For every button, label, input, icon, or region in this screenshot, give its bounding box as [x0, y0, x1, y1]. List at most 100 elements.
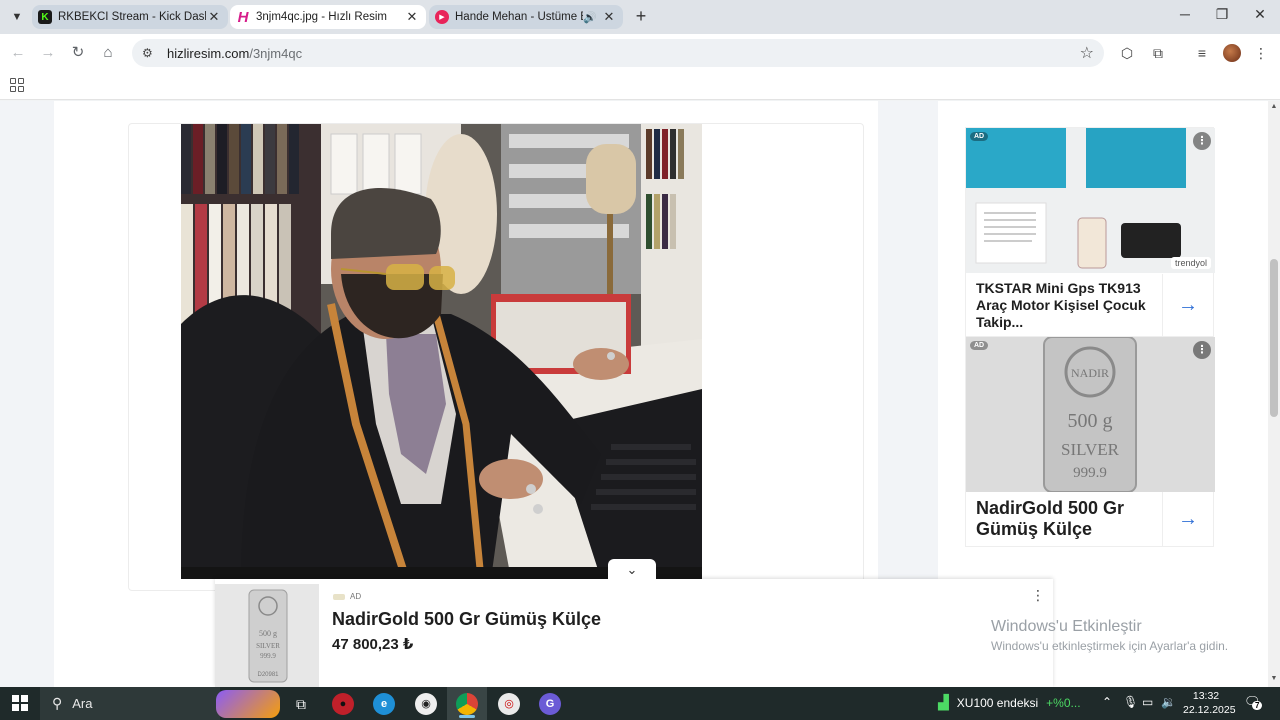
- sidebar-ad-gps[interactable]: AD ⋮ trendyol TKSTAR Mini Gps TK913 Araç…: [965, 127, 1215, 338]
- ad-options-kebab-icon[interactable]: ⋮: [1193, 132, 1211, 150]
- scroll-thumb[interactable]: [1270, 259, 1278, 417]
- silver-bar-metal: SILVER: [1061, 440, 1120, 459]
- silver-bar-purity: 999.9: [1073, 465, 1107, 481]
- watermark-subtitle: Windows'u etkinleştirmek için Ayarlar'a …: [991, 639, 1229, 653]
- forward-button[interactable]: →: [37, 42, 59, 64]
- address-bar[interactable]: ⚙ hizliresim.com/3njm4qc ☆: [132, 39, 1104, 67]
- ad-title[interactable]: TKSTAR Mini Gps TK913 Araç Motor Kişisel…: [966, 273, 1163, 337]
- minimize-button[interactable]: ─: [1171, 6, 1199, 28]
- site-info-icon[interactable]: ⚙: [142, 46, 158, 60]
- sticky-ad-label: AD: [333, 592, 361, 601]
- windows-start-icon[interactable]: [12, 695, 28, 711]
- ad-brand-label: trendyol: [1170, 257, 1211, 269]
- app-icon-red[interactable]: ●: [332, 693, 354, 715]
- microphone-icon[interactable]: 🎙: [1123, 695, 1138, 709]
- close-tab-icon[interactable]: ✕: [206, 9, 222, 25]
- search-highlight-icon[interactable]: [216, 690, 280, 718]
- notification-count: 7: [1252, 701, 1263, 710]
- clock-date: 22.12.2025: [1183, 704, 1236, 716]
- media-app-icon[interactable]: ◉: [415, 693, 437, 715]
- ad-badge: AD: [350, 592, 362, 601]
- silver-bar-thumbnail: 500 g SILVER 999.9 D20981: [215, 584, 319, 687]
- sticky-ad-price: 47 800,23 ₺: [332, 636, 414, 653]
- kick-logo-icon: K: [38, 10, 52, 24]
- task-view-icon[interactable]: ⧉: [290, 693, 312, 715]
- ad-image-silver-bar[interactable]: NADIR 500 g SILVER 999.9 AD ⋮: [966, 337, 1215, 492]
- hizliresim-logo-icon: H: [237, 8, 249, 26]
- thumb-purity: 999.9: [260, 652, 276, 660]
- page-scrollbar[interactable]: ▲ ▼: [1268, 101, 1280, 687]
- bookmark-star-icon[interactable]: ☆: [1080, 43, 1094, 63]
- arrow-right-icon[interactable]: →: [1163, 294, 1213, 317]
- puzzle-extensions-icon[interactable]: ⧉: [1148, 43, 1168, 63]
- media-control-icon[interactable]: ≡: [1192, 43, 1212, 63]
- url-path: /3njm4qc: [249, 45, 303, 61]
- advertiser-logo-icon: [333, 593, 345, 600]
- arrow-right-icon[interactable]: →: [1163, 508, 1213, 531]
- url-host: hizliresim.com: [167, 45, 250, 61]
- back-button[interactable]: ←: [7, 42, 29, 64]
- battery-icon[interactable]: ▭: [1142, 695, 1153, 709]
- ad-title[interactable]: NadirGold 500 Gr Gümüş Külçe: [966, 492, 1163, 546]
- ad-image-gps[interactable]: AD ⋮ trendyol: [966, 128, 1215, 273]
- new-tab-button[interactable]: +: [631, 7, 651, 27]
- app-icon-purple[interactable]: G: [539, 693, 561, 715]
- chart-up-icon: ▟: [938, 694, 949, 710]
- thumb-weight: 500 g: [259, 629, 277, 638]
- ad-options-kebab-icon[interactable]: ⋮: [1031, 587, 1045, 604]
- home-button[interactable]: ⌂: [97, 42, 119, 64]
- scroll-down-icon[interactable]: ▼: [1270, 675, 1278, 682]
- collapse-chevron-icon[interactable]: ⌄: [608, 559, 656, 581]
- ad-badge: AD: [970, 132, 989, 141]
- tab-search-chevron-icon[interactable]: ▼: [6, 6, 28, 28]
- sticky-ad-image[interactable]: 500 g SILVER 999.9 D20981: [215, 584, 319, 687]
- sticky-bottom-ad[interactable]: ⌄ 500 g SILVER 999.9 D20981 AD NadirGold…: [215, 559, 1053, 687]
- tab-kick-dashboard[interactable]: K RKBEKCI Stream - Kick Dashboard ✕: [32, 5, 228, 29]
- volume-icon[interactable]: 🔉: [1161, 695, 1176, 709]
- edge-browser-icon[interactable]: e: [373, 693, 395, 715]
- tab-strip: ▼ K RKBEKCI Stream - Kick Dashboard ✕ H …: [0, 0, 1280, 34]
- ticker-name: XU100 endeksi: [956, 695, 1039, 710]
- chevron-up-icon[interactable]: ⌃: [1102, 695, 1112, 709]
- silver-bar-weight: 500 g: [1068, 410, 1113, 432]
- photo-illustration: [181, 124, 702, 579]
- watermark-title: Windows'u Etkinleştir: [991, 618, 1142, 635]
- extension-icon[interactable]: ⬡: [1117, 43, 1137, 63]
- app-icon-target[interactable]: ◎: [498, 693, 520, 715]
- uploaded-photo[interactable]: [181, 124, 702, 579]
- thumb-serial: D20981: [257, 672, 279, 678]
- speaker-icon[interactable]: 🔊: [583, 11, 597, 24]
- sidebar-ad-silver[interactable]: NADIR 500 g SILVER 999.9 AD ⋮ NadirGold …: [965, 336, 1215, 547]
- apps-grid-icon[interactable]: [10, 78, 24, 92]
- chrome-taskbar-active[interactable]: [447, 687, 487, 720]
- tab-title: 3njm4qc.jpg - Hızlı Resim: [256, 11, 388, 23]
- stock-ticker-widget[interactable]: ▟ XU100 endeksi +%0...: [938, 694, 1081, 711]
- reload-button[interactable]: ↻: [67, 42, 89, 64]
- thumb-metal: SILVER: [256, 642, 280, 650]
- profile-avatar[interactable]: [1223, 44, 1241, 62]
- tab-hande-mehan[interactable]: ▶ Hande Mehan - Üstüme Basma 🔊 ✕: [429, 5, 623, 29]
- bookmarks-bar: [0, 72, 1280, 100]
- system-clock[interactable]: 13:32 22.12.2025: [1183, 689, 1236, 717]
- clock-time: 13:32: [1192, 690, 1220, 702]
- search-icon: ⚲: [52, 695, 63, 711]
- taskbar-search-label: Ara: [72, 696, 93, 711]
- ad-badge: AD: [970, 341, 989, 350]
- silver-bar-photo: NADIR 500 g SILVER 999.9: [966, 337, 1215, 492]
- menu-kebab-icon[interactable]: ⋮: [1251, 43, 1271, 63]
- close-window-button[interactable]: ✕: [1246, 6, 1274, 28]
- tab-title: Hande Mehan - Üstüme Basma: [455, 11, 583, 23]
- sticky-ad-title[interactable]: NadirGold 500 Gr Gümüş Külçe: [332, 609, 601, 630]
- browser-toolbar: ← → ↻ ⌂ ⚙ hizliresim.com/3njm4qc ☆ ⬡ ⧉ ≡…: [0, 34, 1280, 72]
- windows-taskbar: ⚲ Ara ⧉ ● e ◉ ◎ G ▟ XU100 endeksi +%0...…: [0, 687, 1280, 720]
- gps-product-photo: [966, 128, 1215, 273]
- silver-bar-logo-text: NADIR: [1071, 366, 1109, 380]
- taskbar-search[interactable]: ⚲ Ara: [40, 687, 220, 720]
- windows-activation-watermark: Windows'u Etkinleştir Windows'u etkinleş…: [991, 618, 1228, 653]
- close-tab-icon[interactable]: ✕: [404, 9, 420, 25]
- ad-options-kebab-icon[interactable]: ⋮: [1193, 341, 1211, 359]
- maximize-button[interactable]: ❐: [1208, 6, 1236, 28]
- tab-hizli-resim[interactable]: H 3njm4qc.jpg - Hızlı Resim ✕: [230, 5, 426, 29]
- close-tab-icon[interactable]: ✕: [601, 9, 617, 25]
- scroll-up-icon[interactable]: ▲: [1270, 103, 1278, 110]
